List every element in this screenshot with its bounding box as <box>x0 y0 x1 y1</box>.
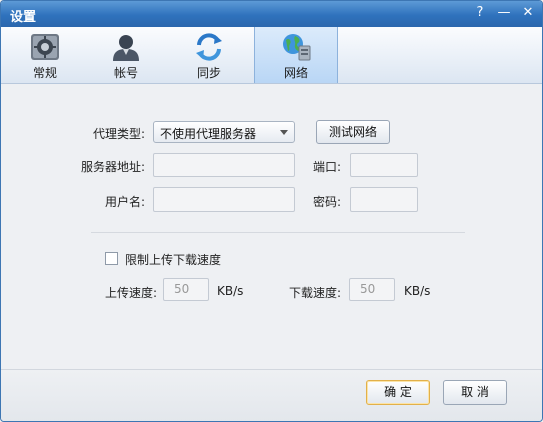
ok-button[interactable]: 确 定 <box>366 380 430 405</box>
upload-speed-label: 上传速度: <box>105 286 158 300</box>
tab-general-label: 常规 <box>32 66 57 80</box>
port-label: 端口: <box>313 160 342 174</box>
proxy-type-select[interactable]: 不使用代理服务器 <box>153 121 295 143</box>
port-input[interactable] <box>350 153 418 177</box>
gear-icon <box>31 34 59 60</box>
user-icon <box>113 35 139 61</box>
upload-speed-input[interactable]: 50 <box>163 278 209 301</box>
settings-dialog: 设置 ? — ✕ 常规 帐号 同步 网络 代理类型: 不使用代理服务器 测试网络… <box>0 0 543 422</box>
server-address-label: 服务器地址: <box>81 160 146 174</box>
cancel-button[interactable]: 取 消 <box>443 380 507 405</box>
test-network-button[interactable]: 测试网络 <box>316 120 390 144</box>
limit-speed-checkbox[interactable] <box>105 252 118 265</box>
username-label: 用户名: <box>105 195 146 209</box>
download-speed-label: 下载速度: <box>289 286 342 300</box>
username-input[interactable] <box>153 187 295 212</box>
help-icon[interactable]: ? <box>471 4 489 22</box>
network-icon <box>283 34 311 61</box>
upload-speed-unit: KB/s <box>217 284 244 298</box>
tab-bar: 常规 帐号 同步 网络 <box>1 27 542 84</box>
proxy-type-value: 不使用代理服务器 <box>160 127 257 141</box>
title-bar[interactable]: 设置 ? — ✕ <box>1 1 542 27</box>
sync-icon <box>196 33 222 61</box>
proxy-type-label: 代理类型: <box>93 127 146 141</box>
close-icon[interactable]: ✕ <box>519 4 537 22</box>
limit-speed-label[interactable]: 限制上传下载速度 <box>125 251 221 268</box>
server-address-input[interactable] <box>153 153 295 177</box>
dialog-footer: 确 定 取 消 <box>1 369 542 421</box>
download-speed-unit: KB/s <box>404 284 431 298</box>
chevron-down-icon <box>280 130 288 135</box>
network-settings-panel: 代理类型: 不使用代理服务器 测试网络 服务器地址: 端口: 用户名: 密码: … <box>1 84 542 369</box>
tab-sync[interactable]: 同步 <box>171 27 247 83</box>
window-title: 设置 <box>10 10 37 25</box>
download-speed-input[interactable]: 50 <box>349 278 395 301</box>
tab-sync-label: 同步 <box>196 66 221 80</box>
password-input[interactable] <box>350 187 418 212</box>
minimize-icon[interactable]: — <box>495 4 513 22</box>
section-divider <box>91 232 465 233</box>
tab-general[interactable]: 常规 <box>7 27 83 83</box>
tab-account-label: 帐号 <box>113 66 138 80</box>
tab-network-label: 网络 <box>283 66 308 80</box>
password-label: 密码: <box>313 195 342 209</box>
tab-network[interactable]: 网络 <box>254 27 338 83</box>
tab-account[interactable]: 帐号 <box>88 27 164 83</box>
